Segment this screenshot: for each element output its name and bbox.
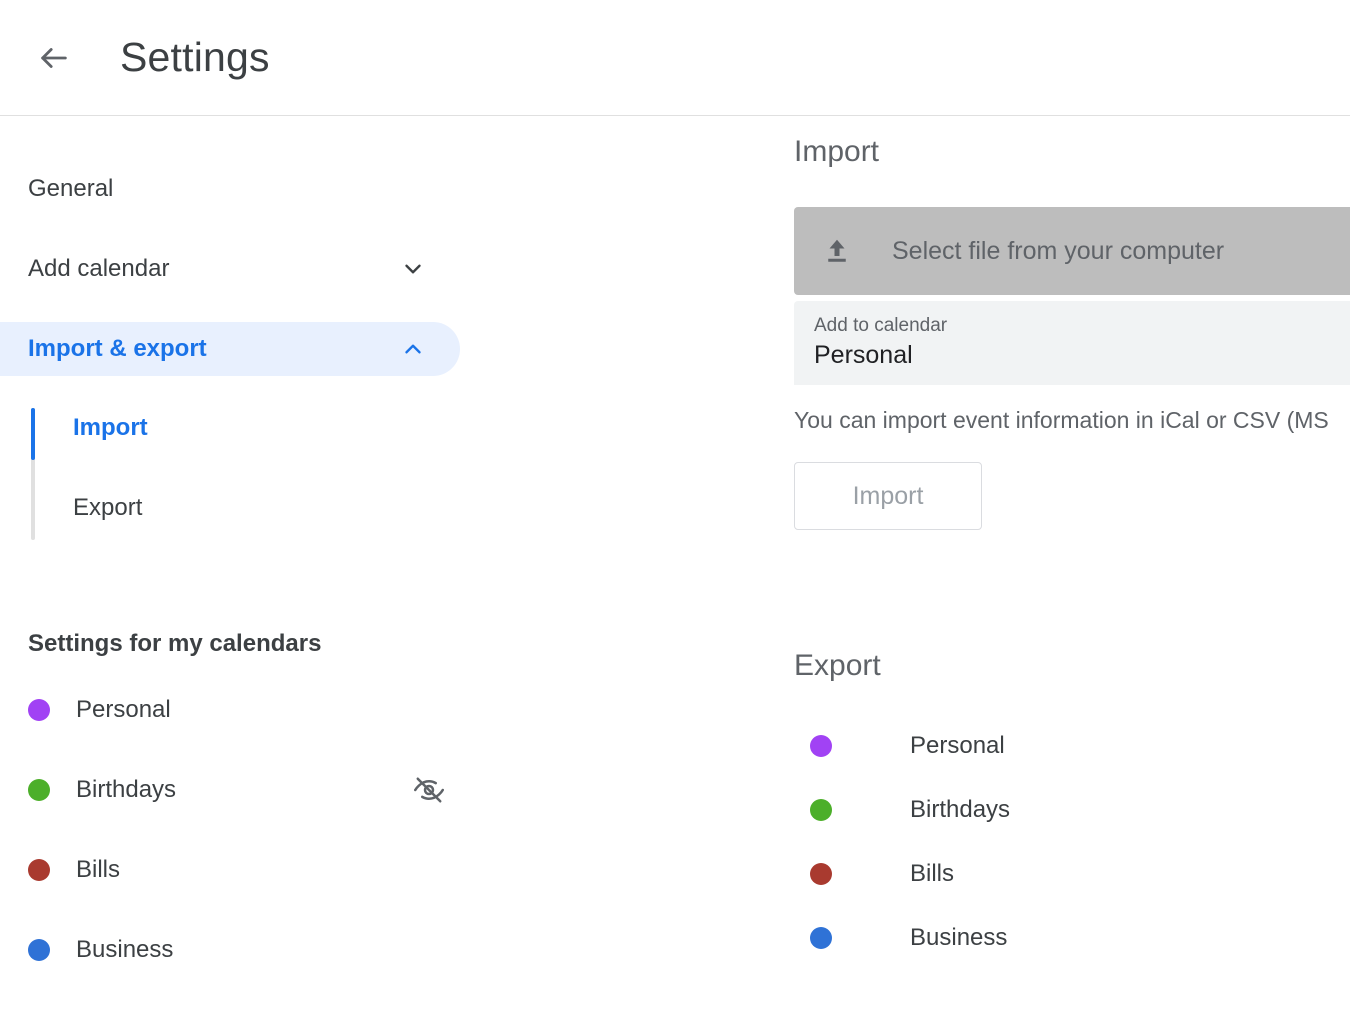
export-row-personal[interactable]: Personal bbox=[794, 726, 1350, 766]
sidebar-item-general-label: General bbox=[28, 175, 426, 203]
calendar-name: Birthdays bbox=[76, 776, 414, 804]
import-section-title: Import bbox=[794, 134, 1350, 170]
export-row-birthdays[interactable]: Birthdays bbox=[794, 790, 1350, 830]
calendar-color-dot bbox=[28, 699, 50, 721]
export-row-business[interactable]: Business bbox=[794, 918, 1350, 958]
export-row-bills[interactable]: Bills bbox=[794, 854, 1350, 894]
calendar-color-dot bbox=[810, 735, 832, 757]
export-calendars-list: Personal Birthdays Bills Business bbox=[794, 726, 1350, 958]
chevron-up-icon[interactable] bbox=[400, 336, 426, 362]
select-file-label: Select file from your computer bbox=[892, 237, 1224, 266]
settings-sidebar: General Add calendar Import & export bbox=[0, 116, 760, 1002]
calendar-name: Bills bbox=[910, 860, 954, 888]
sidebar-item-general[interactable]: General bbox=[0, 162, 460, 216]
add-to-calendar-select[interactable]: Add to calendar Personal bbox=[794, 301, 1350, 385]
calendar-color-dot bbox=[810, 863, 832, 885]
export-section-title: Export bbox=[794, 648, 1350, 684]
import-submit-button[interactable]: Import bbox=[794, 462, 982, 530]
select-file-button[interactable]: Select file from your computer bbox=[794, 207, 1350, 295]
calendar-name: Personal bbox=[76, 696, 460, 724]
calendar-color-dot bbox=[810, 799, 832, 821]
calendar-name: Business bbox=[76, 936, 460, 964]
back-button[interactable] bbox=[30, 34, 78, 82]
calendar-row-birthdays[interactable]: Birthdays bbox=[0, 762, 460, 818]
settings-page: Settings General Add calendar Import & e… bbox=[0, 0, 1350, 1013]
chevron-down-icon[interactable] bbox=[400, 256, 426, 282]
visibility-off-icon[interactable] bbox=[414, 775, 444, 805]
sidebar-item-export-label: Export bbox=[73, 494, 142, 522]
page-title: Settings bbox=[120, 37, 270, 78]
arrow-left-icon bbox=[37, 41, 71, 75]
sidebar-item-import-export[interactable]: Import & export bbox=[0, 322, 460, 376]
calendar-row-bills[interactable]: Bills bbox=[0, 842, 460, 898]
sidebar-item-import-label: Import bbox=[73, 414, 148, 442]
calendars-section-heading: Settings for my calendars bbox=[0, 630, 760, 658]
calendar-row-personal[interactable]: Personal bbox=[0, 682, 460, 738]
calendar-name: Bills bbox=[76, 856, 460, 884]
sidebar-item-add-calendar[interactable]: Add calendar bbox=[0, 242, 460, 296]
export-section: Export Personal Birthdays Bills bbox=[794, 648, 1350, 958]
calendar-color-dot bbox=[28, 859, 50, 881]
calendar-row-business[interactable]: Business bbox=[0, 922, 460, 978]
subnav-rail-active-indicator bbox=[31, 408, 35, 460]
upload-icon bbox=[822, 236, 852, 266]
sidebar-item-export[interactable]: Export bbox=[0, 482, 760, 534]
settings-content: Import Select file from your computer Ad… bbox=[794, 116, 1350, 982]
page-header: Settings bbox=[0, 0, 1350, 116]
page-body: General Add calendar Import & export bbox=[0, 116, 1350, 1012]
calendar-name: Business bbox=[910, 924, 1007, 952]
calendar-color-dot bbox=[28, 939, 50, 961]
subnav-spacer bbox=[0, 454, 760, 482]
sidebar-item-import-export-label: Import & export bbox=[28, 335, 400, 363]
sidebar-item-import[interactable]: Import bbox=[0, 402, 760, 454]
calendar-color-dot bbox=[810, 927, 832, 949]
calendar-name: Birthdays bbox=[910, 796, 1010, 824]
my-calendars-list: Personal Birthdays bbox=[0, 682, 760, 978]
import-helper-text: You can import event information in iCal… bbox=[794, 407, 1350, 434]
calendar-color-dot bbox=[28, 779, 50, 801]
add-to-calendar-value: Personal bbox=[814, 339, 1350, 372]
add-to-calendar-label: Add to calendar bbox=[814, 313, 1350, 339]
calendar-name: Personal bbox=[910, 732, 1005, 760]
sidebar-subnav: Import Export bbox=[0, 402, 760, 534]
sidebar-item-add-calendar-label: Add calendar bbox=[28, 255, 400, 283]
